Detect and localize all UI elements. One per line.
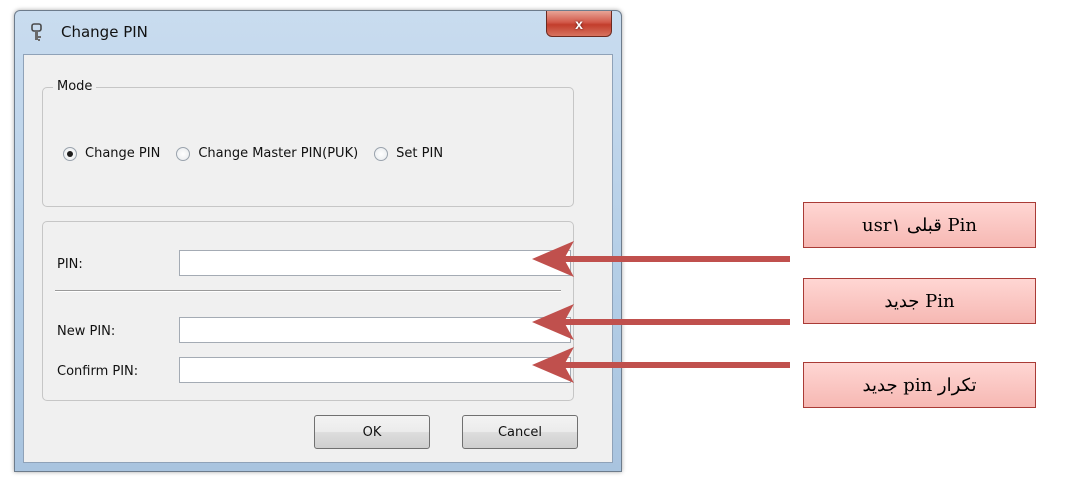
- arrow-to-confirm-pin: [532, 347, 790, 383]
- annotation-repeat-pin: تکرار pin جدید: [803, 362, 1036, 408]
- arrow-to-pin: [532, 241, 790, 277]
- arrow-to-new-pin: [532, 304, 790, 340]
- annotation-new-pin: Pin جدید: [803, 278, 1036, 324]
- annotation-old-pin: Pin قبلی usr۱: [803, 202, 1036, 248]
